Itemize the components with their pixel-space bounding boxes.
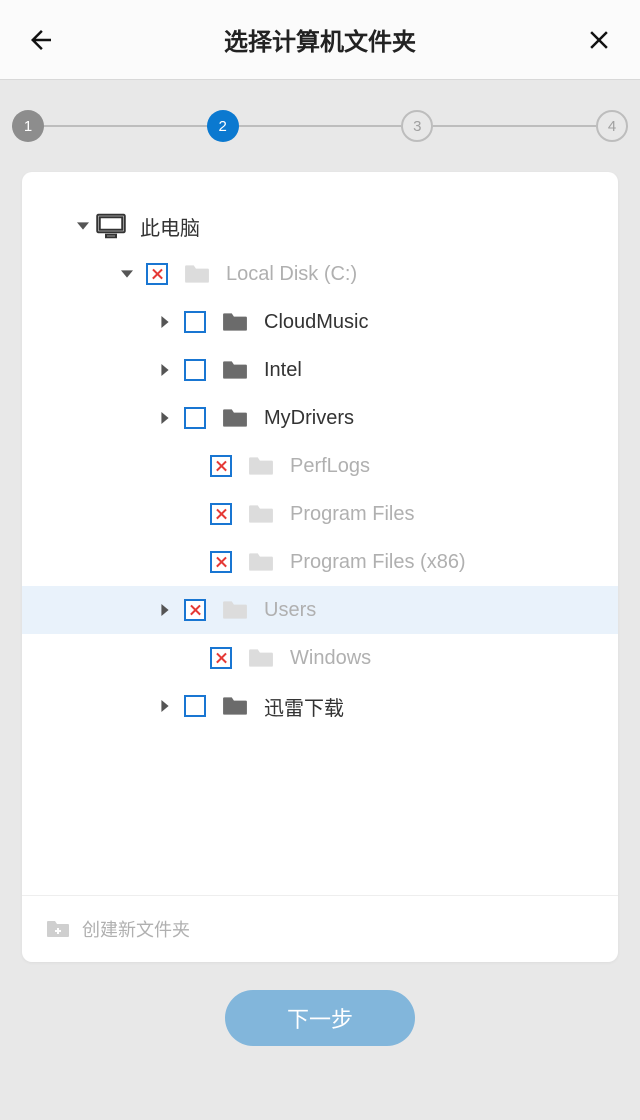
expander-toggle[interactable]: [152, 364, 178, 376]
checkbox-excluded[interactable]: [210, 503, 232, 525]
chevron-right-icon: [159, 316, 171, 328]
tree-item[interactable]: Program Files (x86): [22, 538, 618, 586]
next-button[interactable]: 下一步: [225, 990, 415, 1046]
folder-icon: [220, 599, 250, 621]
tree-label: Windows: [290, 647, 371, 670]
back-button[interactable]: [26, 25, 56, 55]
tree-label: 迅雷下载: [264, 692, 344, 721]
folder-icon: [246, 551, 276, 573]
chevron-down-icon: [121, 268, 133, 280]
step-1: 1: [12, 110, 44, 142]
new-folder-icon: [46, 919, 70, 939]
page-title: 选择计算机文件夹: [56, 22, 584, 57]
expander-toggle[interactable]: [152, 700, 178, 712]
step-4: 4: [596, 110, 628, 142]
chevron-down-icon: [77, 220, 89, 232]
tree-label: Intel: [264, 359, 302, 382]
chevron-right-icon: [159, 700, 171, 712]
step-connector: [239, 125, 402, 127]
chevron-right-icon: [159, 604, 171, 616]
close-button[interactable]: [584, 25, 614, 55]
tree-label: MyDrivers: [264, 407, 354, 430]
tree-item[interactable]: PerfLogs: [22, 442, 618, 490]
expander-toggle[interactable]: [152, 604, 178, 616]
tree-item[interactable]: MyDrivers: [22, 394, 618, 442]
tree-label: Program Files (x86): [290, 551, 466, 574]
step-connector: [44, 125, 207, 127]
checkbox-excluded[interactable]: [210, 455, 232, 477]
expander-toggle[interactable]: [152, 316, 178, 328]
expander-toggle[interactable]: [114, 268, 140, 280]
checkbox-excluded[interactable]: [210, 647, 232, 669]
step-2: 2: [207, 110, 239, 142]
header: 选择计算机文件夹: [0, 0, 640, 80]
tree-item-users[interactable]: Users: [22, 586, 618, 634]
tree-item[interactable]: Program Files: [22, 490, 618, 538]
tree-label: Users: [264, 599, 316, 622]
tree-item[interactable]: Windows: [22, 634, 618, 682]
tree-item[interactable]: Intel: [22, 346, 618, 394]
expander-toggle[interactable]: [70, 220, 96, 232]
checkbox[interactable]: [184, 407, 206, 429]
tree-label: CloudMusic: [264, 311, 368, 334]
tree-item[interactable]: CloudMusic: [22, 298, 618, 346]
checkbox-excluded[interactable]: [146, 263, 168, 285]
folder-icon: [182, 263, 212, 285]
tree-label: 此电脑: [140, 212, 200, 241]
progress-stepper: 1 2 3 4: [0, 80, 640, 172]
checkbox[interactable]: [184, 695, 206, 717]
folder-icon: [246, 647, 276, 669]
checkbox[interactable]: [184, 359, 206, 381]
tree-label: PerfLogs: [290, 455, 370, 478]
expander-toggle[interactable]: [152, 412, 178, 424]
folder-icon: [246, 503, 276, 525]
folder-icon: [220, 407, 250, 429]
computer-icon: [96, 213, 126, 239]
arrow-left-icon: [26, 25, 56, 55]
tree-drive-c[interactable]: Local Disk (C:): [22, 250, 618, 298]
tree-label: Local Disk (C:): [226, 263, 357, 286]
create-folder-button[interactable]: 创建新文件夹: [22, 895, 618, 962]
folder-icon: [246, 455, 276, 477]
bottom-bar: 下一步: [0, 962, 640, 1046]
folder-panel: 此电脑 Local Disk (C:) CloudMusic: [22, 172, 618, 962]
tree-root-this-pc[interactable]: 此电脑: [22, 202, 618, 250]
folder-icon: [220, 695, 250, 717]
folder-icon: [220, 359, 250, 381]
checkbox-excluded[interactable]: [184, 599, 206, 621]
tree-label: Program Files: [290, 503, 414, 526]
step-3: 3: [401, 110, 433, 142]
step-connector: [433, 125, 596, 127]
chevron-right-icon: [159, 412, 171, 424]
folder-tree: 此电脑 Local Disk (C:) CloudMusic: [22, 202, 618, 895]
checkbox-excluded[interactable]: [210, 551, 232, 573]
checkbox[interactable]: [184, 311, 206, 333]
chevron-right-icon: [159, 364, 171, 376]
create-folder-label: 创建新文件夹: [82, 916, 190, 942]
tree-item[interactable]: 迅雷下载: [22, 682, 618, 730]
close-icon: [584, 25, 614, 55]
folder-icon: [220, 311, 250, 333]
